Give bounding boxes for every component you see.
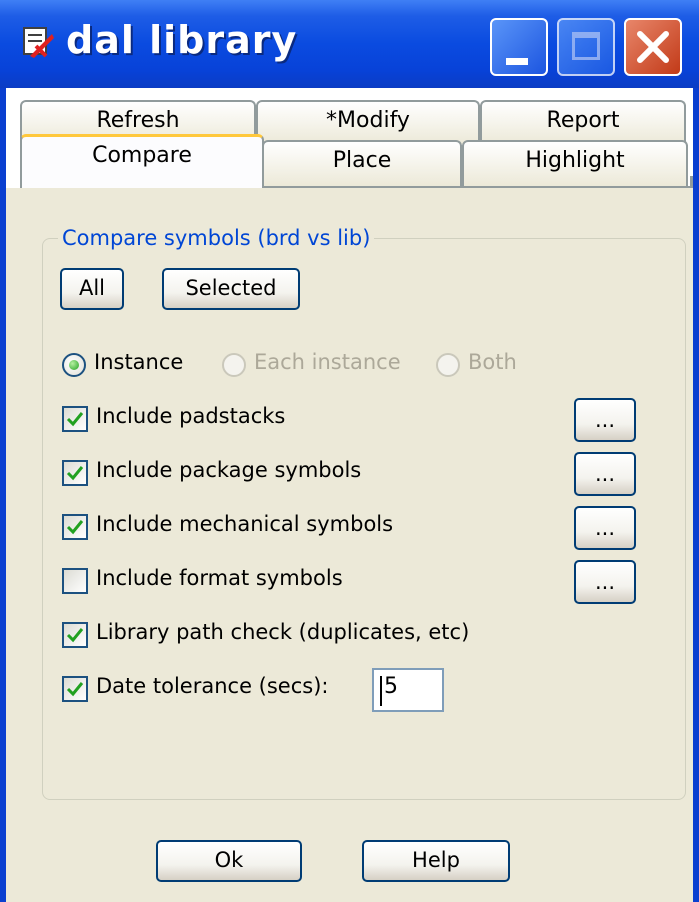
selected-button-label: Selected bbox=[185, 276, 277, 300]
browse-label: ... bbox=[594, 408, 616, 432]
instance-radio[interactable] bbox=[62, 353, 86, 377]
ok-button[interactable]: Ok bbox=[156, 840, 302, 882]
checkmark-icon bbox=[66, 628, 84, 643]
help-button[interactable]: Help bbox=[362, 840, 510, 882]
tab-report-label: Report bbox=[546, 108, 620, 133]
checkmark-icon bbox=[66, 412, 84, 427]
each-instance-radio[interactable] bbox=[222, 353, 246, 377]
window-title: dal library bbox=[66, 18, 298, 62]
include-format-symbols-checkbox[interactable] bbox=[62, 568, 88, 594]
app-icon bbox=[23, 27, 54, 58]
tab-highlight[interactable]: Highlight bbox=[462, 140, 688, 186]
title-bar[interactable]: dal library bbox=[0, 0, 699, 88]
include-padstacks-label: Include padstacks bbox=[96, 404, 286, 428]
help-button-label: Help bbox=[412, 848, 460, 872]
dialog-window: dal library Refresh *Modify Report Compa… bbox=[0, 0, 699, 902]
tab-place[interactable]: Place bbox=[262, 140, 462, 186]
package-symbols-browse-button[interactable]: ... bbox=[574, 452, 636, 496]
format-symbols-browse-button[interactable]: ... bbox=[574, 560, 636, 604]
tab-highlight-label: Highlight bbox=[525, 148, 625, 173]
library-path-check-label: Library path check (duplicates, etc) bbox=[96, 620, 470, 644]
dialog-client-area: Refresh *Modify Report Compare Place Hig… bbox=[6, 88, 693, 902]
include-mechanical-symbols-checkbox[interactable] bbox=[62, 514, 88, 540]
text-caret bbox=[380, 676, 382, 706]
both-label: Both bbox=[468, 350, 517, 374]
tab-compare[interactable]: Compare bbox=[20, 134, 264, 188]
ok-button-label: Ok bbox=[214, 848, 244, 872]
date-tolerance-value: 5 bbox=[384, 674, 398, 699]
tab-panel-border bbox=[262, 186, 693, 188]
include-package-symbols-checkbox[interactable] bbox=[62, 460, 88, 486]
close-icon bbox=[637, 31, 669, 63]
minimize-icon bbox=[506, 58, 528, 65]
browse-label: ... bbox=[594, 570, 616, 594]
radio-selected-dot bbox=[69, 360, 79, 370]
tab-modify[interactable]: *Modify bbox=[256, 100, 480, 144]
each-instance-label: Each instance bbox=[254, 350, 401, 374]
all-button[interactable]: All bbox=[60, 268, 124, 310]
include-mechanical-symbols-label: Include mechanical symbols bbox=[96, 512, 394, 536]
maximize-button[interactable] bbox=[557, 18, 615, 76]
close-button[interactable] bbox=[624, 18, 682, 76]
date-tolerance-input[interactable]: 5 bbox=[372, 668, 444, 712]
compare-symbols-legend: Compare symbols (brd vs lib) bbox=[58, 226, 375, 250]
browse-label: ... bbox=[594, 516, 616, 540]
checkmark-icon bbox=[66, 682, 84, 697]
padstacks-browse-button[interactable]: ... bbox=[574, 398, 636, 442]
both-radio[interactable] bbox=[436, 353, 460, 377]
selected-button[interactable]: Selected bbox=[162, 268, 300, 310]
tab-modify-label: *Modify bbox=[326, 108, 410, 133]
include-package-symbols-label: Include package symbols bbox=[96, 458, 362, 482]
tab-strip: Refresh *Modify Report Compare Place Hig… bbox=[6, 88, 693, 188]
checkmark-icon bbox=[66, 520, 84, 535]
tab-refresh-label: Refresh bbox=[96, 108, 180, 133]
tab-panel-border-right bbox=[690, 176, 693, 188]
tab-place-label: Place bbox=[332, 148, 392, 173]
browse-label: ... bbox=[594, 462, 616, 486]
maximize-icon bbox=[572, 32, 600, 60]
tab-report[interactable]: Report bbox=[480, 100, 686, 144]
tab-compare-label: Compare bbox=[92, 143, 192, 168]
mechanical-symbols-browse-button[interactable]: ... bbox=[574, 506, 636, 550]
include-format-symbols-label: Include format symbols bbox=[96, 566, 343, 590]
include-padstacks-checkbox[interactable] bbox=[62, 406, 88, 432]
instance-label: Instance bbox=[94, 350, 184, 374]
checkmark-icon bbox=[66, 466, 84, 481]
date-tolerance-checkbox[interactable] bbox=[62, 676, 88, 702]
library-path-check-checkbox[interactable] bbox=[62, 622, 88, 648]
date-tolerance-label: Date tolerance (secs): bbox=[96, 674, 329, 698]
minimize-button[interactable] bbox=[490, 18, 548, 76]
all-button-label: All bbox=[78, 276, 106, 300]
